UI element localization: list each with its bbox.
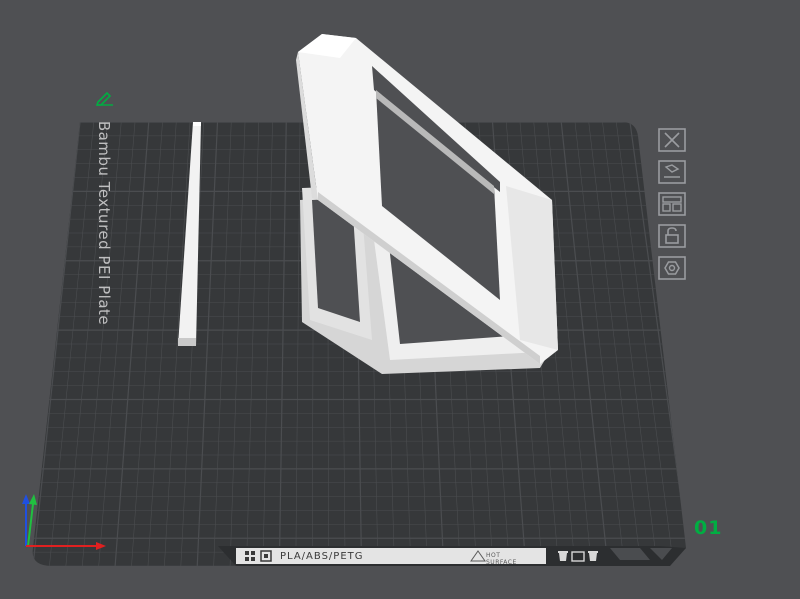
frame-model[interactable] xyxy=(296,34,558,374)
3d-viewport[interactable]: Bambu Textured PEI Plate 01 PLA/ABS/PETG… xyxy=(0,0,800,599)
lock-plate-button[interactable] xyxy=(655,222,689,250)
orient-icon xyxy=(658,160,686,184)
warning-triangle-icon xyxy=(470,550,486,562)
close-icon xyxy=(658,128,686,152)
plate-settings-button[interactable] xyxy=(655,254,689,282)
plate-toolbar xyxy=(649,126,695,282)
plate-grid-icon xyxy=(245,551,255,561)
edit-plate-name-icon[interactable] xyxy=(95,90,117,106)
delete-plate-button[interactable] xyxy=(655,126,689,154)
gear-icon xyxy=(658,256,686,280)
plate-type-label: Bambu Textured PEI Plate xyxy=(95,120,113,326)
plate-heat-icon xyxy=(260,550,272,562)
plate-marker-icons xyxy=(558,551,598,562)
auto-orient-button[interactable] xyxy=(655,158,689,186)
build-plate[interactable] xyxy=(0,0,800,599)
filament-compatibility-text: PLA/ABS/PETG xyxy=(280,550,364,562)
arrange-icon xyxy=(658,192,686,216)
lock-icon xyxy=(658,224,686,248)
axis-gizmo xyxy=(22,494,106,550)
plate-number: 01 xyxy=(694,517,723,539)
hot-surface-warning: HOT SURFACE xyxy=(486,552,517,566)
arrange-button[interactable] xyxy=(655,190,689,218)
